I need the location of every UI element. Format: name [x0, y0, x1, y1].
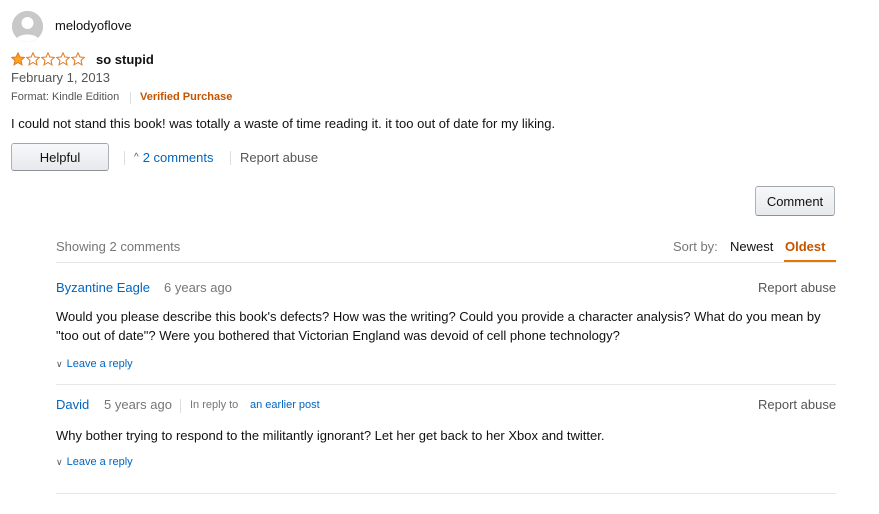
reviewer-name[interactable]: melodyoflove [55, 18, 132, 33]
comment-author[interactable]: Byzantine Eagle [56, 280, 150, 295]
review-body: I could not stand this book! was totally… [11, 116, 556, 131]
comments-toggle-link[interactable]: ^ 2 comments [134, 150, 214, 165]
format-label: Format: Kindle Edition [11, 91, 120, 103]
sort-newest-tab[interactable]: Newest [730, 239, 773, 254]
divider [230, 151, 231, 165]
comment-time: 6 years ago [164, 280, 232, 295]
divider [180, 399, 181, 413]
star-empty-icon [71, 52, 85, 66]
leave-reply-label: Leave a reply [66, 358, 133, 370]
comment-text-line: "too out of date"? Were you bothered tha… [56, 328, 620, 343]
divider [130, 92, 131, 104]
sort-oldest-tab[interactable]: Oldest [785, 239, 825, 254]
comment-text-line: Would you please describe this book's de… [56, 309, 821, 324]
comments-count-label: 2 comments [142, 150, 214, 165]
comment-button[interactable]: Comment [755, 186, 835, 216]
review-title[interactable]: so stupid [96, 52, 154, 67]
star-rating [11, 52, 85, 66]
chevron-up-icon: ^ [134, 152, 139, 163]
divider [124, 151, 125, 165]
comment-report-abuse-link[interactable]: Report abuse [758, 397, 836, 412]
comment-text: Would you please describe this book's de… [56, 307, 836, 345]
in-reply-to-label: In reply to [190, 399, 239, 411]
leave-reply-link[interactable]: ∨ Leave a reply [56, 358, 133, 370]
user-silhouette-icon [12, 11, 43, 42]
leave-reply-link[interactable]: ∨ Leave a reply [56, 456, 133, 468]
star-empty-icon [56, 52, 70, 66]
verified-purchase-badge: Verified Purchase [140, 91, 233, 103]
earlier-post-link[interactable]: an earlier post [250, 399, 320, 411]
leave-reply-label: Leave a reply [66, 456, 133, 468]
divider [56, 493, 836, 494]
star-empty-icon [26, 52, 40, 66]
divider [56, 384, 836, 385]
star-empty-icon [41, 52, 55, 66]
comment-time: 5 years ago [104, 397, 172, 412]
chevron-down-icon: ∨ [56, 358, 63, 369]
helpful-button[interactable]: Helpful [11, 143, 109, 171]
avatar [12, 11, 43, 42]
showing-comments-count: Showing 2 comments [56, 239, 181, 254]
star-filled-icon [11, 52, 25, 66]
chevron-down-icon: ∨ [56, 456, 63, 467]
comment-text: Why bother trying to respond to the mili… [56, 428, 605, 443]
divider [56, 262, 836, 263]
comment-author[interactable]: David [56, 397, 89, 412]
report-abuse-link[interactable]: Report abuse [240, 150, 318, 165]
comment-report-abuse-link[interactable]: Report abuse [758, 280, 836, 295]
review-date: February 1, 2013 [11, 70, 111, 85]
sort-by-label: Sort by: [673, 239, 718, 254]
